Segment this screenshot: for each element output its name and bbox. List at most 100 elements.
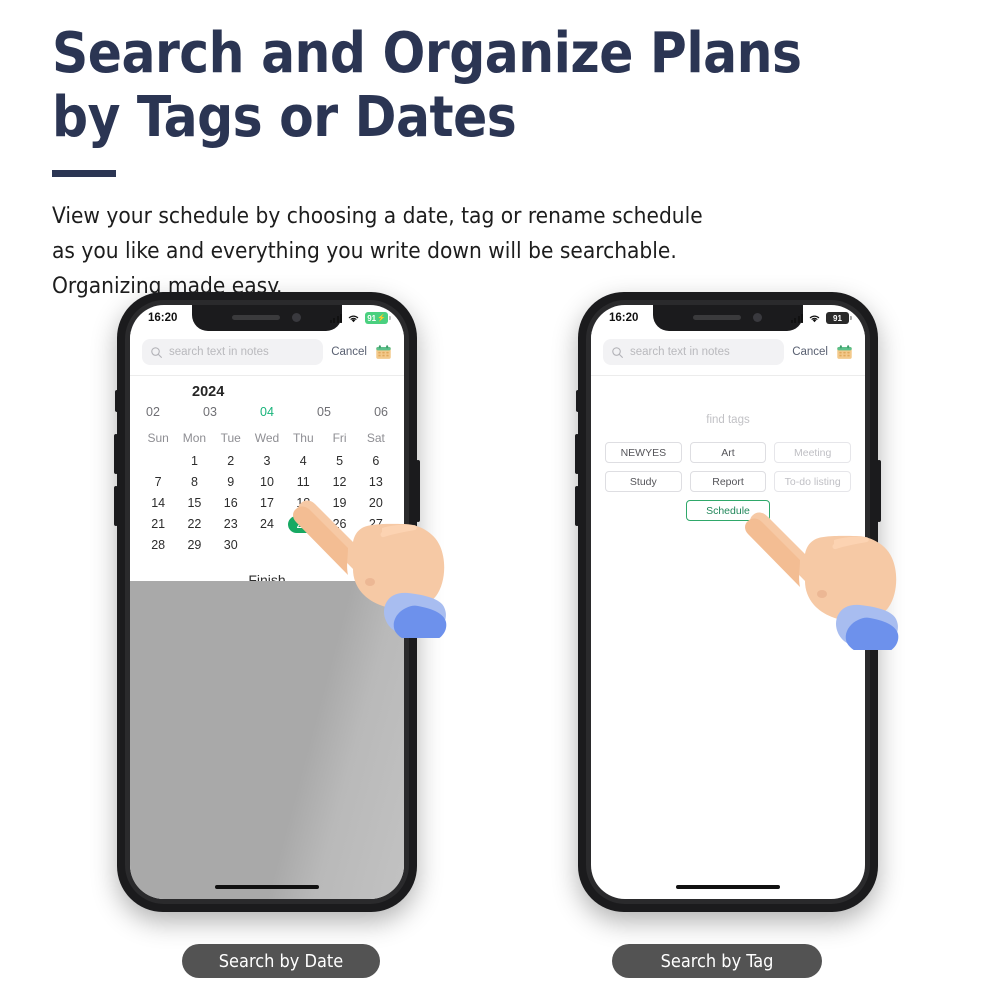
calendar-icon[interactable]	[836, 344, 853, 361]
calendar-day-2[interactable]: 2	[213, 453, 249, 470]
mute-switch[interactable]	[576, 390, 580, 412]
tag-chip-art[interactable]: Art	[689, 442, 767, 463]
volume-up-button[interactable]	[114, 434, 118, 474]
calendar-day-5[interactable]: 5	[321, 453, 357, 470]
calendar-day-19[interactable]: 19	[321, 495, 357, 512]
tag-picker-pane: find tags NEWYES Art Meeting Study Report To-…	[591, 376, 865, 529]
phone-left-screen: 16:20 91 ⚡ search text in notes Cancel 2…	[130, 305, 404, 899]
calendar-day-24[interactable]: 24	[249, 516, 285, 533]
charging-bolt-icon: ⚡	[377, 315, 386, 322]
calendar-day-28[interactable]: 28	[140, 537, 176, 554]
search-placeholder: search text in notes	[169, 346, 269, 358]
calendar-day-empty	[321, 537, 357, 554]
calendar-day-empty	[140, 453, 176, 470]
tag-list[interactable]: NEWYES Art Meeting Study Report To-do listing…	[591, 442, 865, 529]
weekday-wed: Wed	[254, 431, 280, 445]
calendar-day-8[interactable]: 8	[176, 474, 212, 491]
search-placeholder: search text in notes	[630, 346, 730, 358]
cancel-button[interactable]: Cancel	[331, 346, 367, 358]
calendar-week-row: 123456	[140, 451, 394, 472]
calendar-day-22[interactable]: 22	[176, 516, 212, 533]
search-input[interactable]: search text in notes	[142, 339, 324, 365]
status-bar-right: 16:20 91	[591, 305, 865, 331]
wifi-icon	[809, 315, 820, 323]
battery-level: 91	[833, 313, 842, 323]
cancel-button[interactable]: Cancel	[792, 346, 828, 358]
weekday-header: Sun Mon Tue Wed Thu Fri Sat	[140, 427, 394, 451]
weekday-mon: Mon	[182, 431, 207, 445]
volume-down-button[interactable]	[575, 486, 579, 526]
calendar-day-30[interactable]: 30	[213, 537, 249, 554]
calendar-week-row: 14 15 16 17 18 19 20	[140, 493, 394, 514]
tag-chip-meeting[interactable]: Meeting	[774, 442, 852, 463]
calendar-day-16[interactable]: 16	[213, 495, 249, 512]
battery-indicator: 91 ⚡	[365, 312, 391, 324]
calendar-day-17[interactable]: 17	[249, 495, 285, 512]
calendar-week-row: 21 22 23 24 25 26 27	[140, 514, 394, 535]
calendar-day-21[interactable]: 21	[140, 516, 176, 533]
tag-row: Study Report To-do listing	[591, 471, 865, 500]
calendar-icon[interactable]	[375, 344, 392, 361]
calendar-day-7[interactable]: 7	[140, 474, 176, 491]
search-input[interactable]: search text in notes	[603, 339, 785, 365]
tag-chip-to-do-listing[interactable]: To-do listing	[774, 471, 852, 492]
calendar-day-10[interactable]: 10	[249, 474, 285, 491]
calendar-day-23[interactable]: 23	[213, 516, 249, 533]
month-tab-02[interactable]: 02	[146, 405, 160, 419]
search-bar-right: search text in notes Cancel	[591, 331, 865, 375]
month-tab-05[interactable]: 05	[317, 405, 331, 419]
calendar-day-12[interactable]: 12	[321, 474, 357, 491]
tag-chip-newyes[interactable]: NEWYES	[605, 442, 682, 463]
phone-showcase: 16:20 91 ⚡ search text in notes Cancel 2…	[0, 292, 1000, 917]
date-picker-sheet: 2024 02 03 04 05 06 Sun Mon Tue Wed Thu Fri Sat 12…	[130, 376, 404, 600]
status-bar-left: 16:20 91 ⚡	[130, 305, 404, 331]
home-indicator[interactable]	[215, 885, 319, 889]
calendar-day-27[interactable]: 27	[358, 516, 394, 533]
weekday-tue: Tue	[220, 431, 241, 445]
calendar-day-29[interactable]: 29	[176, 537, 212, 554]
search-icon	[151, 346, 162, 358]
volume-up-button[interactable]	[575, 434, 579, 474]
calendar-day-11[interactable]: 11	[285, 474, 321, 491]
month-tab-03[interactable]: 03	[203, 405, 217, 419]
calendar-day-26[interactable]: 26	[321, 516, 357, 533]
calendar-year: 2024	[192, 384, 225, 400]
month-selector[interactable]: 02 03 04 05 06	[140, 403, 394, 427]
calendar-day-18[interactable]: 18	[285, 495, 321, 512]
calendar-day-25[interactable]: 25	[285, 516, 321, 533]
calendar-day-1[interactable]: 1	[176, 453, 212, 470]
phone-left: 16:20 91 ⚡ search text in notes Cancel 2…	[114, 292, 420, 912]
status-time: 16:20	[148, 312, 178, 324]
volume-down-button[interactable]	[114, 486, 118, 526]
calendar-grid[interactable]: 1 2 3 4 5 6 7 8 9 10 11 12 13 14 15 16 17 18 19 20 21 22 23 24 2…	[140, 451, 394, 556]
phone-right: 16:20 91 search text in notes Cancel fin…	[575, 292, 881, 912]
power-button[interactable]	[877, 460, 881, 522]
calendar-day-14[interactable]: 14	[140, 495, 176, 512]
calendar-day-3[interactable]: 3	[249, 453, 285, 470]
tag-chip-study[interactable]: Study	[605, 471, 682, 492]
calendar-day-4[interactable]: 4	[285, 453, 321, 470]
calendar-day-empty	[249, 537, 285, 554]
calendar-day-20[interactable]: 20	[358, 495, 394, 512]
calendar-day-15[interactable]: 15	[176, 495, 212, 512]
calendar-day-13[interactable]: 13	[358, 474, 394, 491]
modal-backdrop[interactable]	[130, 581, 404, 899]
caption-search-by-tag: Search by Tag	[612, 944, 822, 978]
month-tab-06[interactable]: 06	[374, 405, 388, 419]
tag-chip-report[interactable]: Report	[689, 471, 767, 492]
signal-bars-icon	[329, 313, 342, 323]
tag-chip-schedule[interactable]: Schedule	[686, 500, 770, 521]
search-bar-left: search text in notes Cancel	[130, 331, 404, 375]
calendar-day-6[interactable]: 6	[358, 453, 394, 470]
month-tab-04[interactable]: 04	[260, 405, 274, 419]
weekday-fri: Fri	[332, 431, 347, 445]
search-icon	[612, 346, 623, 358]
calendar-day-9[interactable]: 9	[213, 474, 249, 491]
page-root: Search and Organize Plans by Tags or Dat…	[0, 0, 1000, 1000]
mute-switch[interactable]	[115, 390, 119, 412]
calendar-day-empty	[358, 537, 394, 554]
home-indicator[interactable]	[676, 885, 780, 889]
power-button[interactable]	[416, 460, 420, 522]
wifi-icon	[348, 315, 359, 323]
signal-bars-icon	[790, 313, 803, 323]
